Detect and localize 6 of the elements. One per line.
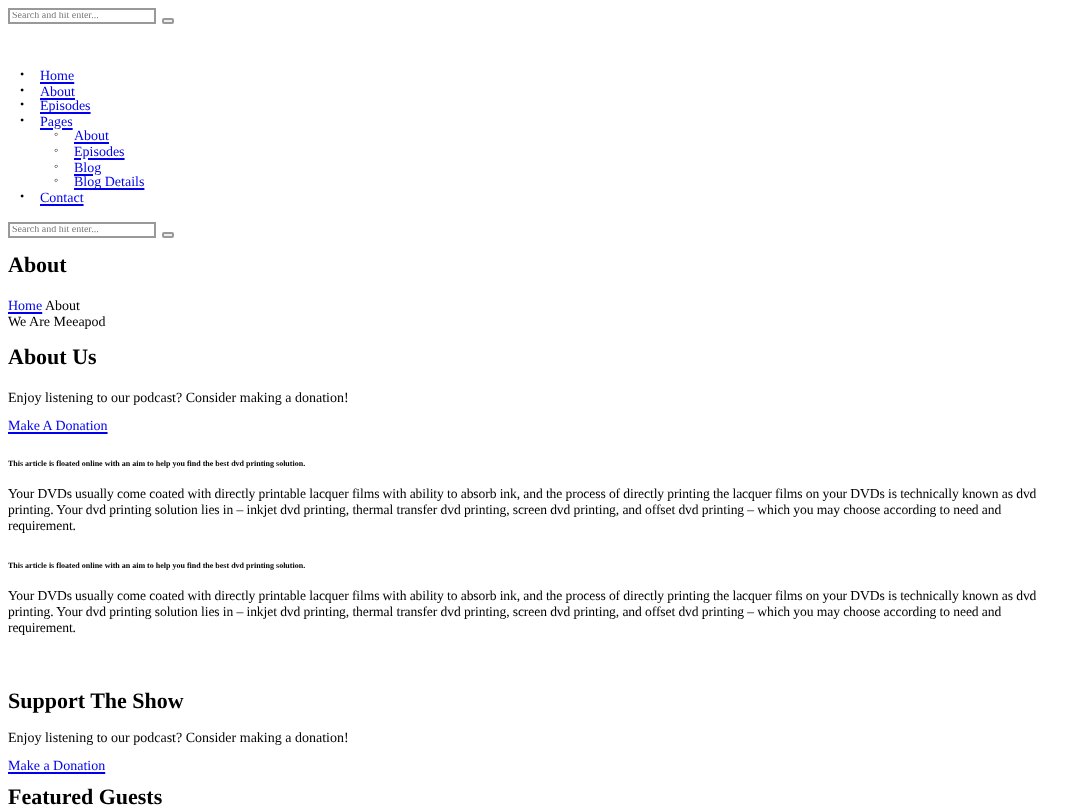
heading: About bbox=[8, 254, 69, 279]
heading: Support The Show bbox=[8, 690, 186, 715]
heading: Featured Guests bbox=[8, 786, 165, 810]
heading: About Us bbox=[8, 346, 99, 371]
search-button[interactable] bbox=[162, 18, 174, 24]
search-button[interactable] bbox=[162, 232, 174, 239]
